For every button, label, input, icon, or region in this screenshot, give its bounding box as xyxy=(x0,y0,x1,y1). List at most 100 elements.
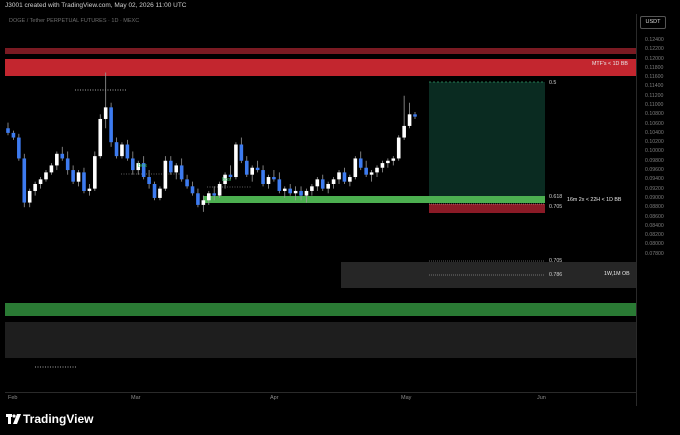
bear-candle xyxy=(71,170,75,182)
tradingview-logo-icon xyxy=(6,414,21,424)
price-tick-label: 0.09200 xyxy=(645,185,664,192)
bear-candle xyxy=(364,167,368,175)
price-tick-label: 0.08600 xyxy=(645,213,664,220)
supply-zone-label: MTF's < 1D BB xyxy=(592,61,628,67)
price-axis-divider xyxy=(636,14,637,406)
bear-candle xyxy=(272,177,276,180)
bear-candle xyxy=(22,158,27,203)
tradingview-logo-text: TradingView xyxy=(23,412,94,426)
bull-candle xyxy=(375,167,379,173)
bear-candle xyxy=(152,183,157,198)
bull-candle xyxy=(55,153,59,166)
price-tick-label: 0.12200 xyxy=(645,46,664,53)
price-tick-label: 0.10400 xyxy=(645,129,664,136)
price-tick-label: 0.10200 xyxy=(645,139,664,146)
bull-candle xyxy=(402,125,406,138)
bull-candle xyxy=(38,179,43,184)
currency-button[interactable]: USDT xyxy=(640,16,666,29)
bear-candle xyxy=(185,179,189,187)
fib-label-0-786: 0.786 xyxy=(549,272,563,278)
bull-candle xyxy=(87,188,92,191)
bull-candle xyxy=(337,172,341,180)
price-chart[interactable] xyxy=(5,14,636,392)
bull-candle xyxy=(304,190,309,196)
bear-candle xyxy=(131,158,135,171)
bear-candle xyxy=(169,160,173,173)
time-tick-label: Mar xyxy=(131,395,141,401)
demand-zone xyxy=(203,196,545,203)
bull-candle xyxy=(201,200,206,205)
bear-candle xyxy=(299,190,303,196)
price-tick-label: 0.09000 xyxy=(645,194,664,201)
bear-candle xyxy=(11,132,16,138)
bear-candle xyxy=(413,114,417,117)
bull-candle xyxy=(163,160,168,189)
price-tick-label: 0.11800 xyxy=(645,64,664,71)
bull-candle xyxy=(103,107,108,119)
price-tick-label: 0.11200 xyxy=(645,92,664,99)
bear-candle xyxy=(125,144,130,159)
bull-candle xyxy=(293,190,298,194)
footer-branding xyxy=(0,406,680,435)
price-tick-label: 0.08400 xyxy=(645,222,664,229)
bull-candle xyxy=(315,179,320,187)
price-tick-label: 0.11400 xyxy=(645,83,664,90)
bear-candle xyxy=(358,158,363,168)
chart-pane[interactable] xyxy=(5,14,636,392)
bull-candle xyxy=(206,193,211,201)
time-tick-label: Apr xyxy=(270,395,279,401)
bull-candle xyxy=(353,158,358,178)
bull-candle xyxy=(391,158,396,161)
supply-zone xyxy=(5,59,636,76)
bull-candle xyxy=(49,165,54,173)
bull-candle xyxy=(98,118,103,157)
bear-candle xyxy=(179,165,184,180)
bull-candle xyxy=(217,183,222,196)
bull-candle xyxy=(331,179,336,184)
price-tick-label: 0.12000 xyxy=(645,55,664,62)
time-tick-label: Jun xyxy=(537,395,546,401)
bull-candle xyxy=(380,163,385,168)
price-tick-label: 0.09400 xyxy=(645,176,664,183)
bear-candle xyxy=(288,188,292,194)
price-tick-label: 0.09600 xyxy=(645,167,664,174)
bear-candle xyxy=(114,142,119,157)
bull-candle xyxy=(348,177,352,182)
bull-candle xyxy=(396,137,401,159)
price-tick-label: 0.11600 xyxy=(645,74,664,81)
bull-candle xyxy=(33,183,37,191)
ob-zone xyxy=(341,262,636,288)
target-box xyxy=(429,82,545,196)
bull-candle xyxy=(386,160,390,164)
bull-candle xyxy=(250,167,254,175)
bear-candle xyxy=(196,193,200,205)
top-caption-bar: J3001 created with TradingView.com, May … xyxy=(0,0,680,12)
bull-candle xyxy=(266,177,271,184)
price-tick-label: 0.11000 xyxy=(645,102,664,109)
bull-candle xyxy=(93,156,97,189)
bull-candle xyxy=(27,190,32,203)
bear-candle xyxy=(60,153,65,159)
price-tick-label: 0.12400 xyxy=(645,37,664,43)
bull-candle xyxy=(282,188,287,191)
price-tick-label: 0.10600 xyxy=(645,120,664,127)
bottom-grey-zone xyxy=(5,322,636,358)
created-with-caption: J3001 created with TradingView.com, May … xyxy=(5,2,187,9)
price-tick-label: 0.08800 xyxy=(645,204,664,211)
bear-candle xyxy=(255,167,260,171)
time-tick-label: May xyxy=(401,395,412,401)
fib-label-0-5: 0.5 xyxy=(549,80,557,86)
bear-candle xyxy=(244,160,249,175)
bear-candle xyxy=(277,179,282,191)
demand-zone-label: 16m 2x < 22H < 1D BB xyxy=(567,197,622,203)
symbol-legend[interactable]: DOGE / Tether PERPETUAL FUTURES · 1D · M… xyxy=(9,18,139,24)
bear-candle xyxy=(109,107,113,143)
time-tick-label: Feb xyxy=(8,395,18,401)
price-tick-label: 0.10000 xyxy=(645,148,664,155)
bull-candle xyxy=(174,165,179,173)
bear-candle xyxy=(261,170,265,184)
bull-candle xyxy=(310,186,314,191)
bull-candle xyxy=(407,114,412,126)
bull-candle xyxy=(76,172,81,182)
bull-candle xyxy=(369,172,374,175)
